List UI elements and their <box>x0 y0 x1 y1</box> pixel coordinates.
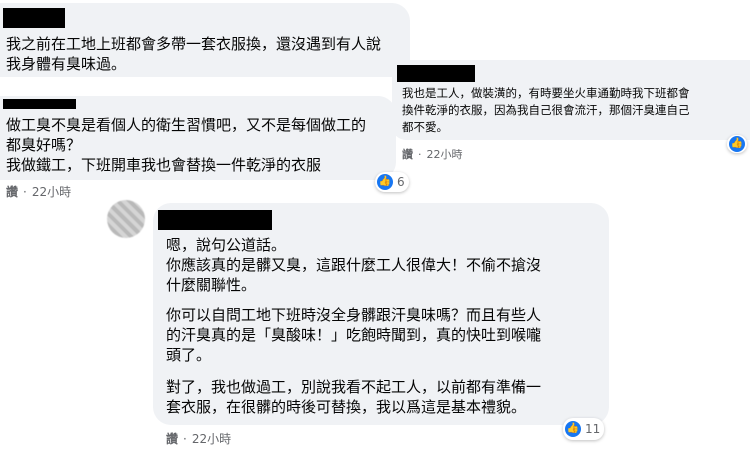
comment-text-line: 做工臭不臭是看個人的衛生習慣吧，又不是每個做工的 <box>6 116 367 134</box>
timestamp: 22小時 <box>191 432 232 446</box>
comment-text-line: 嗯，說句公道話。 <box>166 236 287 254</box>
comment-text-line: 套衣服，在很髒的時後可替換，我以爲這是基本禮貌。 <box>166 398 527 416</box>
reaction-badge[interactable]: 👍 11 <box>563 418 605 440</box>
comment-text-line: 你可以自問工地下班時沒全身髒跟汗臭味嗎？而且有些人 <box>166 306 542 324</box>
like-action-link[interactable]: 讚 <box>402 146 413 162</box>
reaction-badge[interactable]: 👍 6 <box>375 172 409 192</box>
redacted-username <box>158 210 272 230</box>
avatar[interactable] <box>107 200 145 238</box>
timestamp: 22小時 <box>31 185 72 199</box>
comment-text-line: 頭了。 <box>166 346 212 364</box>
redacted-username <box>3 8 65 28</box>
comment-meta: 讚 · 22小時 <box>6 183 71 200</box>
separator-dot: · <box>183 431 187 446</box>
comment-text-line: 換件乾淨的衣服，因為我自己很會流汗，那個汗臭連自己 <box>402 103 690 117</box>
timestamp: 22小時 <box>426 148 463 161</box>
like-icon: 👍 <box>729 136 745 152</box>
comment-text-line: 我做鐵工，下班開車我也會替換一件乾淨的衣服 <box>6 156 322 174</box>
comment-text-line: 你應該真的是髒又臭，這跟什麼工人很偉大！不偷不搶沒 <box>166 256 542 274</box>
redacted-username <box>3 99 76 109</box>
comment-text-line: 對了，我也做過工，別說我看不起工人，以前都有準備一 <box>166 378 542 396</box>
comment-meta: 讚 · 22小時 <box>402 146 463 162</box>
like-action-link[interactable]: 讚 <box>6 183 18 200</box>
comment-text-line: 我身體有臭味過。 <box>6 55 127 73</box>
reaction-count: 11 <box>585 422 601 436</box>
separator-dot: · <box>418 147 422 161</box>
redacted-username <box>397 65 475 82</box>
comment-text-line: 我之前在工地上班都會多帶一套衣服換，還沒遇到有人說 <box>6 35 382 53</box>
comment-meta: 讚 · 22小時 <box>166 430 231 447</box>
reaction-badge[interactable]: 👍 <box>727 135 747 153</box>
separator-dot: · <box>23 184 27 199</box>
reaction-count: 6 <box>397 175 405 189</box>
comment-text-line: 的汗臭真的是「臭酸味！」吃飽時聞到，真的快吐到喉嚨 <box>166 326 542 344</box>
comment-text-line: 都不愛。 <box>402 120 448 134</box>
like-icon: 👍 <box>377 174 393 190</box>
comment-text-line: 什麼關聯性。 <box>166 276 257 294</box>
like-icon: 👍 <box>565 421 581 437</box>
comment-text-line: 都臭好嗎？ <box>6 136 82 154</box>
like-action-link[interactable]: 讚 <box>166 430 178 447</box>
comment-text-line: 我也是工人，做裝潢的，有時要坐火車通勤時我下班都會 <box>402 86 690 100</box>
